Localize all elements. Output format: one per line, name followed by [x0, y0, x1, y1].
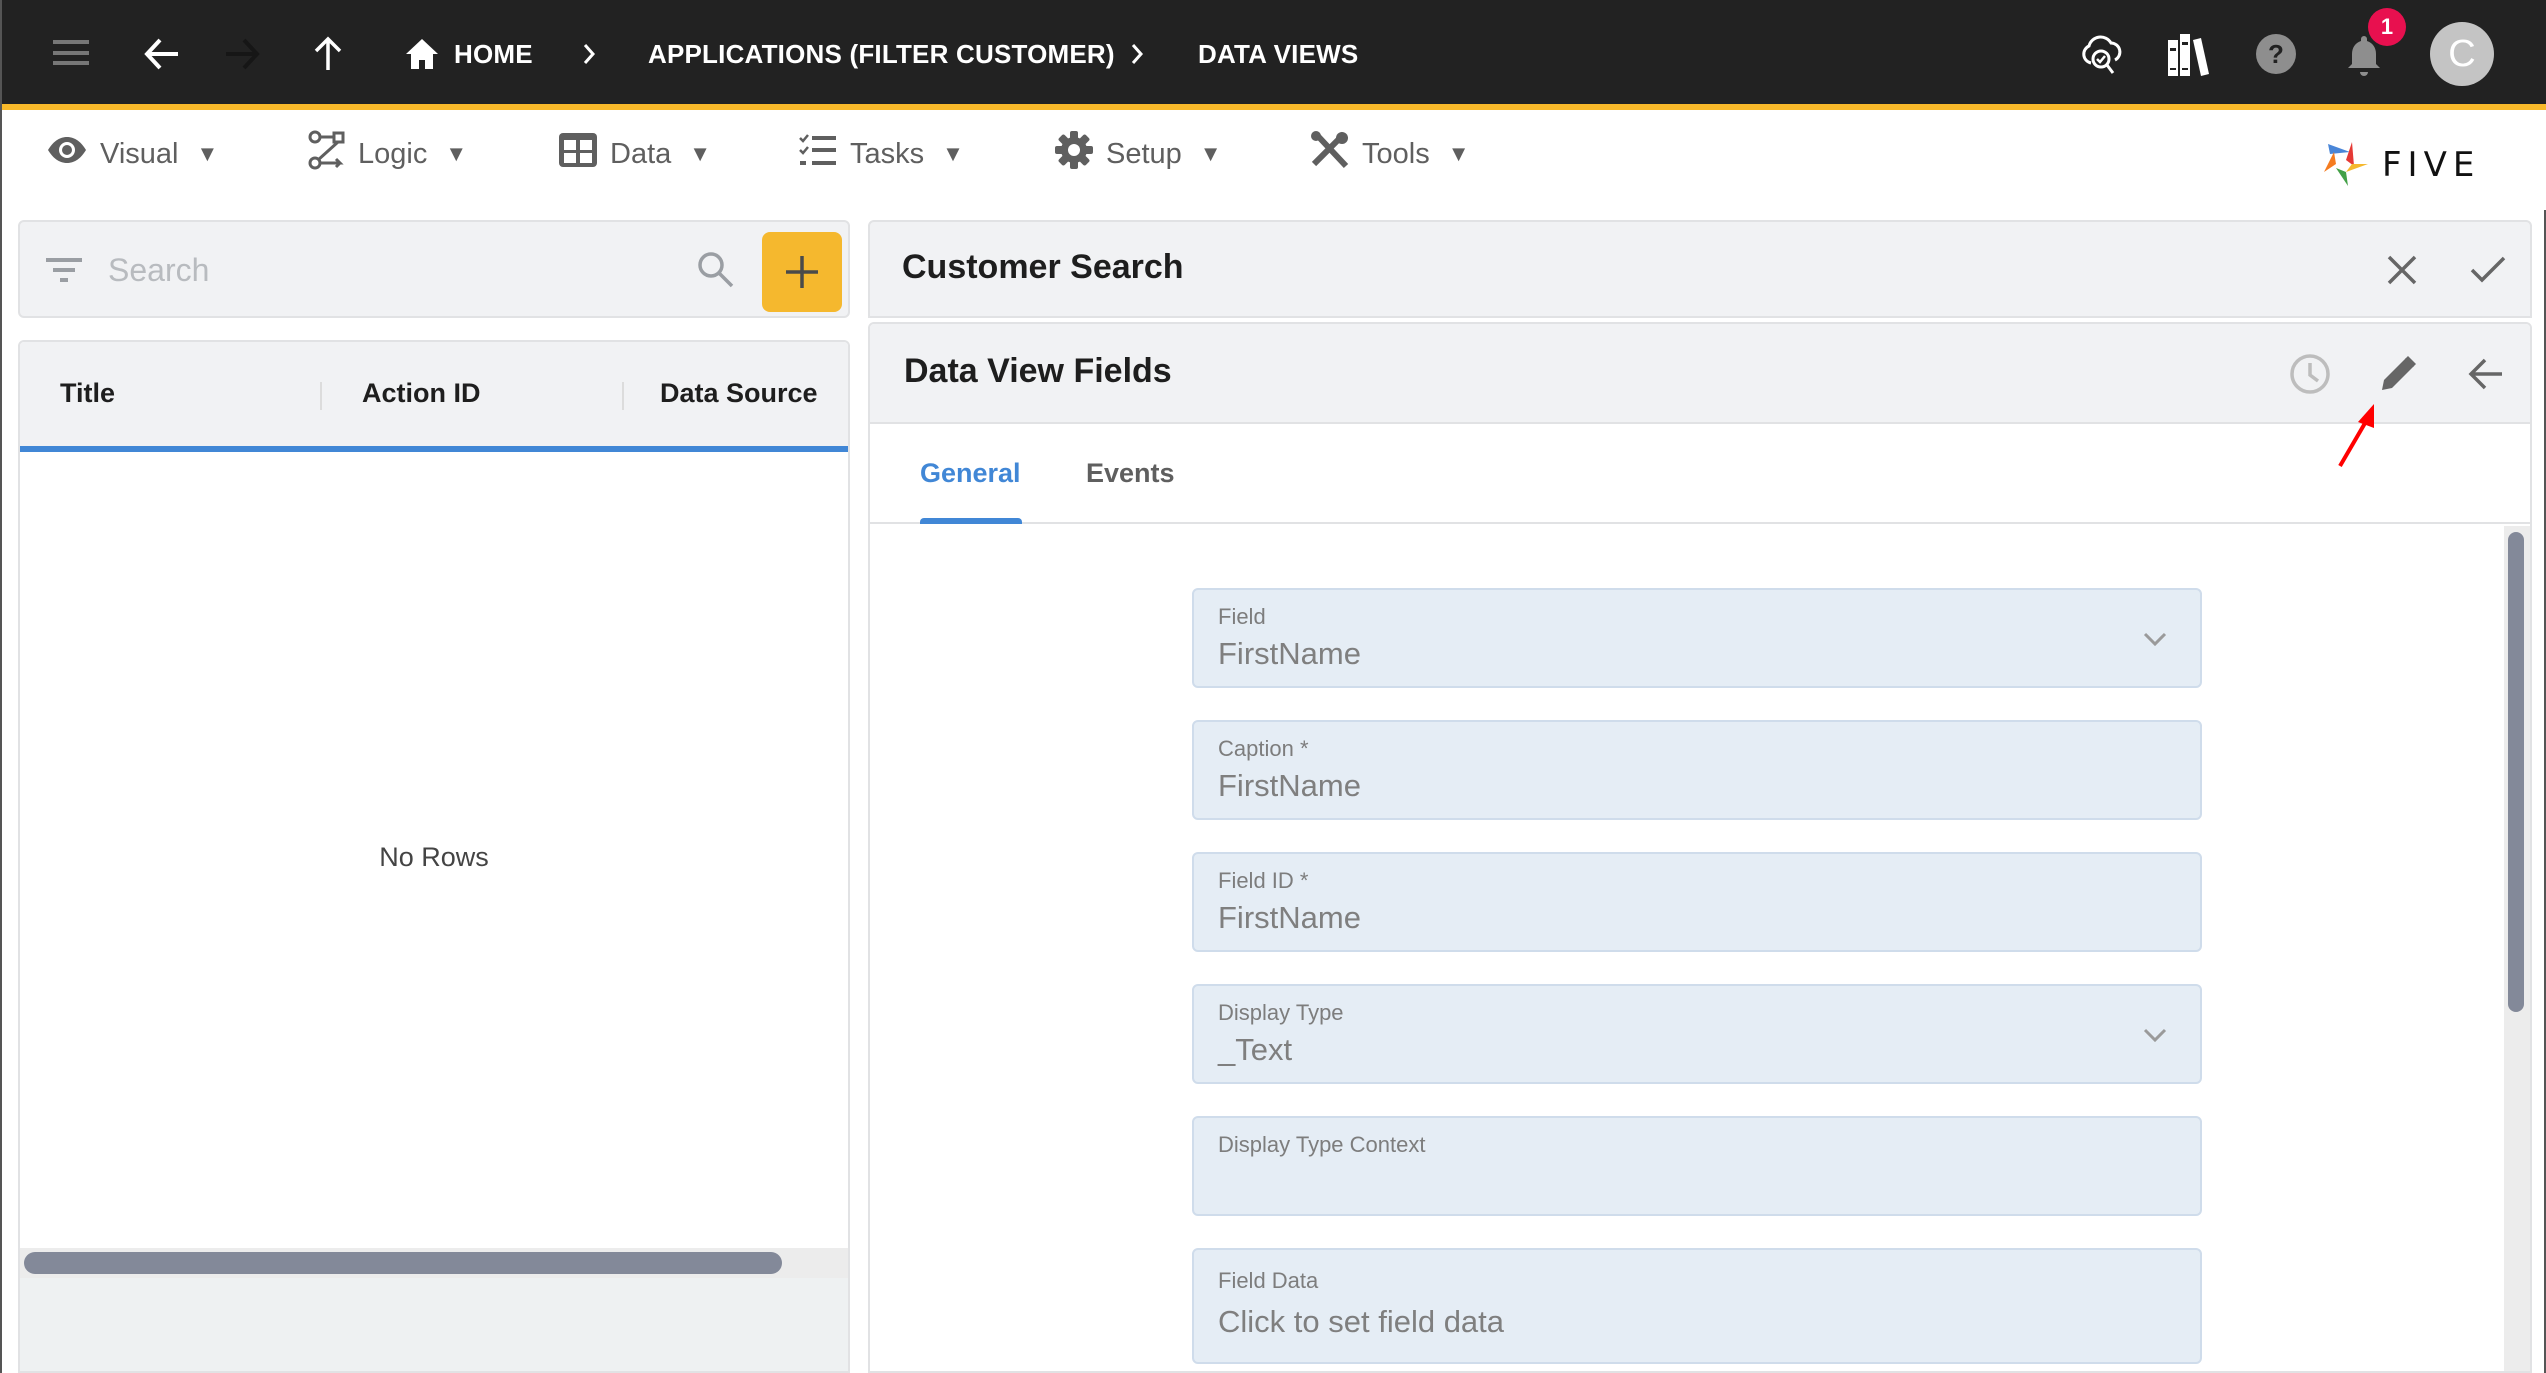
menu-visual[interactable]: Visual ▼	[46, 126, 218, 182]
gear-icon	[1054, 130, 1094, 178]
form-title: Customer Search	[902, 248, 1184, 286]
horizontal-scrollbar-thumb[interactable]	[24, 1252, 782, 1274]
vertical-scrollbar[interactable]	[2504, 526, 2530, 1371]
column-resize-handle[interactable]	[622, 382, 624, 410]
help-icon[interactable]: ?	[2252, 30, 2300, 78]
field-select[interactable]: Field FirstName	[1192, 588, 2202, 688]
edit-pencil-icon[interactable]	[2372, 348, 2424, 400]
up-arrow-icon[interactable]	[304, 30, 352, 78]
table-grid-icon	[558, 132, 598, 176]
search-bar	[18, 220, 850, 318]
column-resize-handle[interactable]	[320, 382, 322, 410]
empty-state-text: No Rows	[379, 842, 489, 872]
breadcrumb-data-views[interactable]: DATA VIEWS	[1198, 34, 1358, 74]
chevron-right-icon	[1122, 34, 1152, 74]
check-icon[interactable]	[2462, 244, 2514, 296]
svg-text:?: ?	[2268, 39, 2284, 69]
eye-icon	[46, 135, 88, 173]
search-input[interactable]	[108, 246, 688, 294]
menu-tools[interactable]: Tools ▼	[1310, 126, 1469, 182]
logic-flow-icon	[308, 130, 346, 178]
menu-setup[interactable]: Setup ▼	[1054, 126, 1222, 182]
history-clock-icon[interactable]	[2284, 348, 2336, 400]
add-button[interactable]	[762, 232, 842, 312]
vertical-scrollbar-thumb[interactable]	[2508, 532, 2524, 1012]
tools-icon	[1310, 130, 1350, 178]
form-header: Customer Search	[868, 220, 2532, 318]
filter-icon[interactable]	[46, 256, 84, 289]
back-arrow-icon[interactable]	[138, 30, 186, 78]
column-header-title[interactable]: Title	[60, 378, 115, 409]
caret-down-icon: ▼	[1447, 141, 1470, 166]
caret-down-icon: ▼	[196, 141, 219, 166]
table-header: Title Action ID Data Source	[20, 342, 848, 452]
caret-down-icon: ▼	[689, 141, 712, 166]
cloud-search-icon[interactable]	[2078, 30, 2126, 78]
chevron-down-icon[interactable]	[2140, 1020, 2170, 1050]
caret-down-icon: ▼	[1199, 141, 1222, 166]
main-menu-bar: Visual ▼ Logic ▼ Data ▼ Tasks ▼ Setup ▼ …	[2, 110, 2546, 210]
home-icon[interactable]	[398, 30, 446, 78]
field-id-field[interactable]: Field ID * FirstName	[1192, 852, 2202, 952]
display-type-select[interactable]: Display Type _Text	[1192, 984, 2202, 1084]
menu-icon[interactable]	[48, 30, 96, 78]
five-logo-mark	[2324, 142, 2368, 186]
library-books-icon[interactable]	[2164, 30, 2212, 78]
logo-text: FIVE	[2382, 145, 2481, 185]
breadcrumb-applications[interactable]: APPLICATIONS (FILTER CUSTOMER)	[648, 34, 1115, 74]
chevron-right-icon	[574, 34, 604, 74]
data-views-table: Title Action ID Data Source No Rows	[18, 340, 850, 1373]
tab-bar: General Events	[870, 424, 2530, 524]
column-header-data-source[interactable]: Data Source	[660, 378, 818, 409]
field-data-button[interactable]: Field Data Click to set field data	[1192, 1248, 2202, 1364]
breadcrumb-home[interactable]: HOME	[454, 34, 533, 74]
caption-field[interactable]: Caption * FirstName	[1192, 720, 2202, 820]
caret-down-icon: ▼	[445, 141, 468, 166]
tab-general[interactable]: General	[920, 458, 1021, 489]
forward-arrow-icon[interactable]	[218, 30, 266, 78]
five-logo: FIVE	[2322, 140, 2480, 190]
menu-logic[interactable]: Logic ▼	[308, 126, 467, 182]
menu-tasks[interactable]: Tasks ▼	[798, 126, 964, 182]
horizontal-scrollbar[interactable]	[20, 1248, 848, 1278]
notification-badge: 1	[2368, 8, 2406, 46]
column-header-action-id[interactable]: Action ID	[362, 378, 481, 409]
caret-down-icon: ▼	[942, 141, 964, 166]
menu-data[interactable]: Data ▼	[558, 126, 711, 182]
table-footer	[20, 1278, 848, 1371]
search-icon[interactable]	[696, 250, 736, 295]
sub-header: Data View Fields	[870, 324, 2530, 424]
tab-events[interactable]: Events	[1086, 458, 1175, 489]
active-tab-indicator	[920, 518, 1022, 524]
plus-icon	[786, 256, 818, 288]
close-icon[interactable]	[2376, 244, 2428, 296]
checklist-icon	[798, 133, 838, 175]
display-type-context-field[interactable]: Display Type Context	[1192, 1116, 2202, 1216]
top-header: HOME APPLICATIONS (FILTER CUSTOMER) DATA…	[2, 0, 2546, 104]
data-view-fields-panel: Data View Fields General Events Field Fi…	[868, 322, 2532, 1373]
avatar[interactable]: C	[2430, 22, 2494, 86]
back-arrow-icon[interactable]	[2460, 348, 2512, 400]
sub-title: Data View Fields	[904, 352, 1172, 390]
chevron-down-icon[interactable]	[2140, 624, 2170, 654]
